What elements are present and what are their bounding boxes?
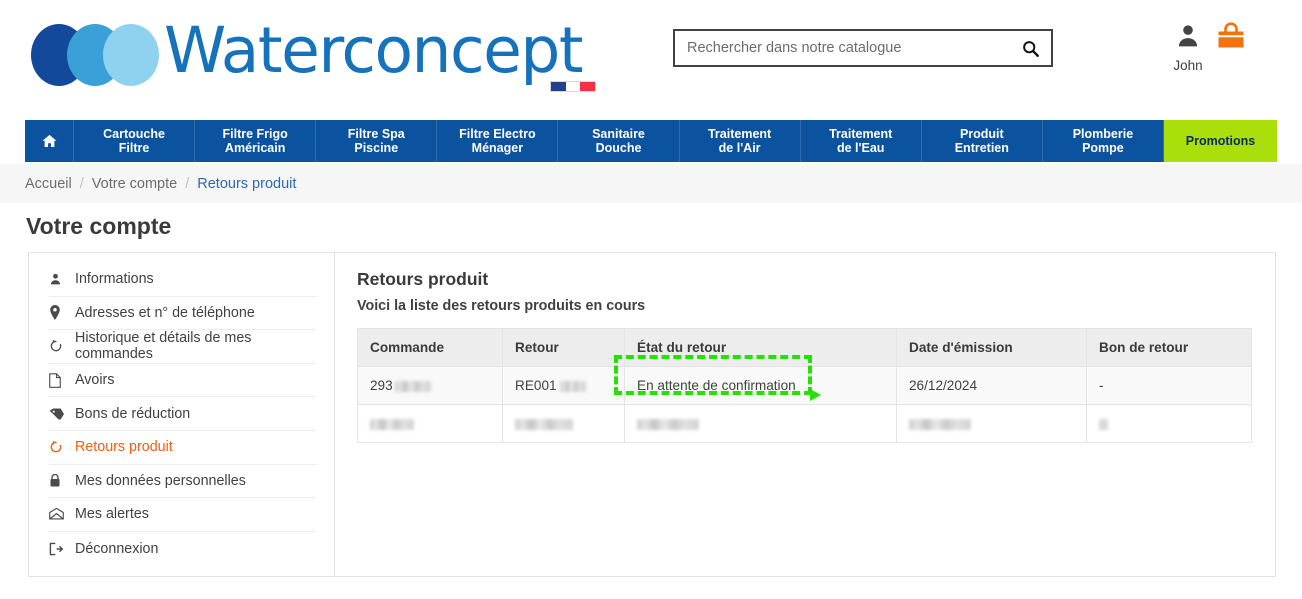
returns-title: Retours produit xyxy=(357,269,489,289)
return-arrow-icon xyxy=(49,440,75,454)
account-link[interactable]: John xyxy=(1168,22,1208,73)
nav-item-sanitaire-douche[interactable]: Sanitaire Douche xyxy=(558,120,680,162)
cell-etat-du-retour xyxy=(624,404,897,443)
site-logo[interactable]: Waterconcept xyxy=(31,10,596,94)
nav-item-filtre-spa-piscine[interactable]: Filtre Spa Piscine xyxy=(316,120,438,162)
cell-bon-de-retour xyxy=(1086,404,1252,443)
search-icon xyxy=(1023,40,1039,57)
nav-item-traitement-de-lair[interactable]: Traitement de l'Air xyxy=(680,120,801,162)
cell-date-demission xyxy=(896,404,1087,443)
cell-commande: 293 xyxy=(357,366,503,405)
table-row[interactable] xyxy=(357,404,1252,443)
user-name-label: John xyxy=(1173,58,1203,73)
sidebar-item-label: Mes données personnelles xyxy=(75,472,246,489)
sidebar-item-avoirs[interactable]: Avoirs xyxy=(49,364,316,398)
nav-item-produit-entretien[interactable]: Produit Entretien xyxy=(922,120,1043,162)
column-header-retour: Retour xyxy=(502,328,625,367)
history-icon xyxy=(49,339,75,353)
breadcrumb-separator: / xyxy=(185,175,190,192)
home-icon xyxy=(42,134,56,147)
lock-icon xyxy=(49,473,75,488)
sidebar-item-mes-alertes[interactable]: Mes alertes xyxy=(49,498,316,532)
column-header-commande: Commande xyxy=(357,328,503,367)
breadcrumb: Accueil / Votre compte / Retours produit xyxy=(0,164,1302,203)
sidebar-item-historique[interactable]: Historique et détails de mes commandes xyxy=(49,330,316,364)
column-header-date-demission: Date d'émission xyxy=(896,328,1087,367)
nav-item-home[interactable] xyxy=(25,120,74,162)
sidebar-item-adresses[interactable]: Adresses et n° de téléphone xyxy=(49,297,316,331)
search-button[interactable] xyxy=(1020,40,1041,57)
sidebar-item-label: Informations xyxy=(75,271,154,288)
user-icon xyxy=(1178,25,1198,47)
page-title: Votre compte xyxy=(26,213,172,239)
search-input[interactable] xyxy=(687,40,1020,56)
user-icon xyxy=(49,272,75,286)
sidebar-item-label: Mes alertes xyxy=(75,506,149,523)
sidebar-item-label: Retours produit xyxy=(75,439,173,456)
breadcrumb-item-votre-compte[interactable]: Votre compte xyxy=(92,176,177,192)
nav-item-filtre-electro-menager[interactable]: Filtre Electro Ménager xyxy=(437,120,559,162)
sidebar-item-retours-produit[interactable]: Retours produit xyxy=(49,431,316,465)
sidebar-item-deconnexion[interactable]: Déconnexion xyxy=(49,532,316,566)
cell-etat-du-retour: En attente de confirmation xyxy=(624,366,897,405)
nav-item-promotions[interactable]: Promotions xyxy=(1163,120,1277,162)
logo-wordmark: Waterconcept xyxy=(164,14,584,87)
cell-retour xyxy=(502,404,625,443)
nav-item-filtre-frigo-americain[interactable]: Filtre Frigo Américain xyxy=(195,120,317,162)
account-card: Informations Adresses et n° de téléphone… xyxy=(28,252,1276,577)
envelope-icon xyxy=(49,508,75,520)
main-navigation: Cartouche Filtre Filtre Frigo Américain … xyxy=(25,120,1277,162)
sidebar-item-label: Déconnexion xyxy=(75,540,159,557)
sidebar-item-label: Adresses et n° de téléphone xyxy=(75,304,255,321)
nav-item-cartouche-filtre[interactable]: Cartouche Filtre xyxy=(74,120,196,162)
returns-table: Commande Retour État du retour Date d'ém… xyxy=(357,328,1252,443)
cell-retour: RE001 xyxy=(502,366,625,405)
column-header-etat-du-retour: État du retour xyxy=(624,328,897,367)
returns-subtitle: Voici la liste des retours produits en c… xyxy=(357,298,646,314)
french-flag-icon xyxy=(550,81,596,92)
sidebar-item-label: Historique et détails de mes commandes xyxy=(75,330,252,363)
search-box[interactable] xyxy=(673,29,1053,67)
table-header-row: Commande Retour État du retour Date d'ém… xyxy=(357,328,1252,367)
cell-date-demission: 26/12/2024 xyxy=(896,366,1087,405)
nav-item-traitement-de-leau[interactable]: Traitement de l'Eau xyxy=(801,120,922,162)
breadcrumb-item-accueil[interactable]: Accueil xyxy=(25,176,72,192)
tag-icon xyxy=(49,407,75,421)
sidebar-item-label: Avoirs xyxy=(75,372,115,389)
sidebar-item-bons-de-reduction[interactable]: Bons de réduction xyxy=(49,397,316,431)
file-icon xyxy=(49,372,75,388)
nav-item-plomberie-pompe[interactable]: Plomberie Pompe xyxy=(1043,120,1164,162)
account-sidebar: Informations Adresses et n° de téléphone… xyxy=(29,253,335,576)
sidebar-item-donnees-personnelles[interactable]: Mes données personnelles xyxy=(49,465,316,499)
column-header-bon-de-retour: Bon de retour xyxy=(1086,328,1252,367)
logout-icon xyxy=(49,542,75,556)
cell-bon-de-retour: - xyxy=(1086,366,1252,405)
sidebar-item-informations[interactable]: Informations xyxy=(49,263,316,297)
breadcrumb-separator: / xyxy=(79,175,84,192)
map-pin-icon xyxy=(49,305,75,321)
shopping-bag-icon xyxy=(1218,22,1244,48)
sidebar-item-label: Bons de réduction xyxy=(75,405,191,422)
cell-commande xyxy=(357,404,503,443)
table-row[interactable]: 293 RE001 En attente de confirmation 26/… xyxy=(357,366,1252,405)
breadcrumb-item-retours-produit[interactable]: Retours produit xyxy=(197,176,296,192)
returns-panel: Retours produit Voici la liste des retou… xyxy=(335,253,1275,576)
site-header: Waterconcept John xyxy=(0,0,1302,108)
cart-button[interactable] xyxy=(1216,22,1246,56)
